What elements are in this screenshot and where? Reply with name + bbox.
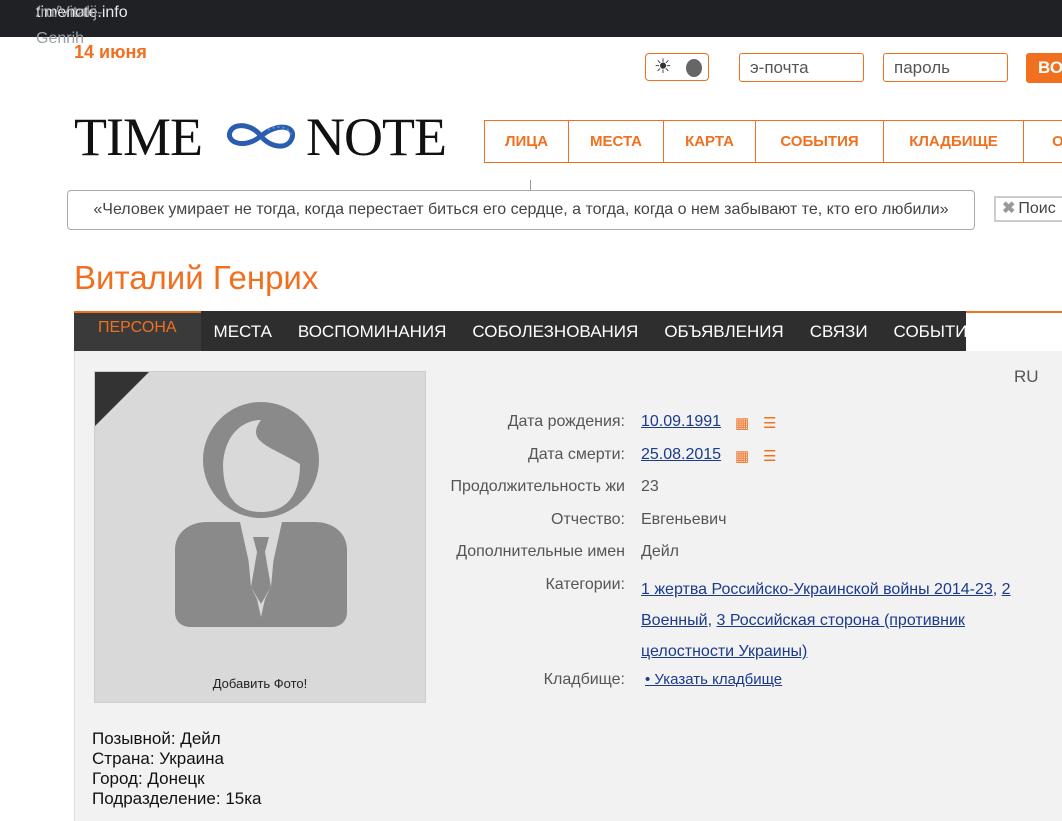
death-date-label: Дата смерти:	[527, 446, 625, 463]
person-list-icon[interactable]: ☰	[763, 447, 776, 465]
person-silhouette-icon	[95, 372, 347, 627]
nav-item-about[interactable]: О	[1024, 121, 1062, 162]
tab-connections[interactable]: СВЯЗИ	[797, 311, 881, 351]
search-label: Поис	[1018, 200, 1056, 217]
language-switch[interactable]: RU	[1014, 367, 1039, 387]
email-field[interactable]	[739, 53, 864, 82]
biography: Позывной: Дейл Страна: Украина Город: До…	[92, 729, 262, 809]
nav-item-cemetery[interactable]: КЛАДБИЩЕ	[884, 121, 1024, 162]
page-title: Виталий Генрих	[74, 259, 319, 296]
tab-condolences[interactable]: СОБОЛЕЗНОВАНИЯ	[459, 311, 651, 351]
quote-banner: «Человек умирает не тогда, когда переста…	[67, 190, 975, 230]
person-list-icon[interactable]: ☰	[763, 414, 776, 432]
nav-item-events[interactable]: СОБЫТИЯ	[756, 121, 884, 162]
nav-item-map[interactable]: КАРТА	[664, 121, 756, 162]
patronymic-value: Евгеньевич	[641, 511, 727, 528]
logo-text-time: TIME	[74, 107, 203, 167]
duration-row: Продолжительность жи 23	[430, 478, 1030, 502]
logo-text-note: NOTE	[306, 107, 447, 167]
tab-underline	[966, 311, 1062, 313]
bio-line: Страна: Украина	[92, 749, 224, 768]
divider	[530, 180, 531, 190]
site-logo[interactable]: TIME NOTE	[74, 110, 454, 164]
set-cemetery-link[interactable]: • Указать кладбище	[645, 671, 782, 688]
current-date: 14 июня	[74, 42, 147, 62]
duration-value: 23	[641, 478, 659, 495]
categories-label: Категории:	[545, 576, 625, 593]
category-link[interactable]: 1 жертва Российско-Украинской войны 2014…	[641, 581, 993, 598]
bio-line: Позывной: Дейл	[92, 729, 221, 748]
person-tabs: ПЕРСОНА МЕСТА ВОСПОМИНАНИЯ СОБОЛЕЗНОВАНИ…	[74, 311, 980, 351]
duration-label: Продолжительность жи	[450, 478, 625, 495]
birth-date-value[interactable]: 10.09.1991	[641, 413, 721, 431]
infinity-logo-icon	[227, 123, 295, 149]
tab-events[interactable]: СОБЫТИЯ	[881, 311, 993, 351]
main-nav: ЛИЦА МЕСТА КАРТА СОБЫТИЯ КЛАДБИЩЕ О	[484, 120, 1062, 163]
login-button[interactable]: ВО	[1026, 53, 1062, 83]
bio-line: Город: Донецк	[92, 769, 205, 788]
moon-icon	[686, 59, 702, 77]
theme-toggle[interactable]: ☀	[645, 53, 709, 81]
death-date-value[interactable]: 25.08.2015	[641, 446, 721, 464]
patronymic-label: Отчество:	[551, 511, 625, 528]
browser-url-bar[interactable]: timenote.info/ru/Vitalij-Genrih	[0, 0, 1062, 47]
calendar-icon[interactable]: ▦	[735, 414, 749, 432]
password-field[interactable]	[883, 53, 1008, 82]
nav-item-places[interactable]: МЕСТА	[569, 121, 664, 162]
add-photo-label[interactable]: Добавить Фото!	[95, 676, 425, 691]
calendar-icon[interactable]: ▦	[735, 447, 749, 465]
extra-names-label: Дополнительные имен	[456, 543, 625, 560]
tab-announcements[interactable]: ОБЪЯВЛЕНИЯ	[651, 311, 796, 351]
close-icon[interactable]: ✖	[1002, 200, 1015, 217]
sun-icon: ☀	[654, 56, 672, 78]
search-box[interactable]: ✖ Поис	[994, 196, 1062, 222]
extra-names-row: Дополнительные имен Дейл	[430, 543, 1030, 567]
cemetery-label: Кладбище:	[543, 671, 625, 688]
birth-date-label: Дата рождения:	[507, 413, 625, 430]
tab-person[interactable]: ПЕРСОНА	[74, 311, 201, 351]
patronymic-row: Отчество: Евгеньевич	[430, 511, 1030, 535]
birth-date-row: Дата рождения: 10.09.1991 ▦ ☰	[430, 413, 1030, 437]
bio-line: Подразделение: 15ка	[92, 789, 262, 808]
tab-places[interactable]: МЕСТА	[201, 311, 285, 351]
nav-item-faces[interactable]: ЛИЦА	[485, 121, 569, 162]
profile-photo-placeholder[interactable]: Добавить Фото!	[94, 371, 426, 703]
extra-names-value: Дейл	[641, 543, 680, 560]
death-date-row: Дата смерти: 25.08.2015 ▦ ☰	[430, 446, 1030, 470]
categories-list: 1 жертва Российско-Украинской войны 2014…	[641, 581, 1011, 660]
tab-memories[interactable]: ВОСПОМИНАНИЯ	[285, 311, 459, 351]
